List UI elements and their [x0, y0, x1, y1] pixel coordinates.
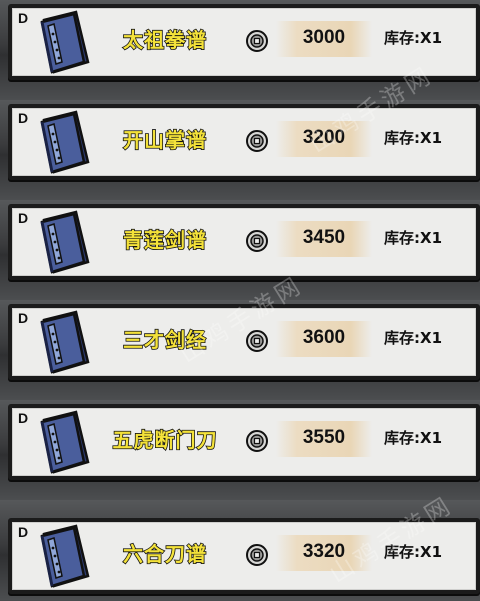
item-price: 3600 — [302, 327, 346, 348]
price-box: 3450 — [276, 221, 372, 257]
grade-label: D — [18, 210, 29, 226]
item-stock: 库存:X1 — [384, 129, 443, 147]
shop-item-card[interactable]: D 开山掌谱 3200 库存:X1 — [8, 104, 480, 180]
shop-row[interactable]: D 太祖拳谱 3000 库存:X1 — [0, 0, 480, 100]
coin-icon — [246, 330, 268, 352]
shop-row[interactable]: D 三才剑经 3600 库存:X1 — [0, 300, 480, 400]
item-name: 三才剑经 — [122, 327, 207, 353]
shop-item-card[interactable]: D 三才剑经 3600 库存:X1 — [8, 304, 480, 380]
coin-icon — [246, 430, 268, 452]
price-box: 3200 — [276, 121, 372, 157]
manual-book-icon — [40, 10, 90, 74]
price-box: 3320 — [276, 535, 372, 571]
shop-item-card[interactable]: D 六合刀谱 3320 库存:X1 — [8, 518, 480, 594]
price-box: 3600 — [276, 321, 372, 357]
shop-item-card[interactable]: D 青莲剑谱 3450 库存:X1 — [8, 204, 480, 280]
grade-label: D — [18, 524, 29, 540]
manual-book-icon — [40, 410, 90, 474]
grade-label: D — [18, 310, 29, 326]
item-stock: 库存:X1 — [384, 29, 443, 47]
price-box: 3000 — [276, 21, 372, 57]
shop-row[interactable]: D 青莲剑谱 3450 库存:X1 — [0, 200, 480, 300]
item-stock: 库存:X1 — [384, 429, 443, 447]
coin-icon — [246, 30, 268, 52]
manual-book-icon — [40, 110, 90, 174]
shop-item-card[interactable]: D 太祖拳谱 3000 库存:X1 — [8, 4, 480, 80]
coin-icon — [246, 230, 268, 252]
shop-row[interactable]: D 开山掌谱 3200 库存:X1 — [0, 100, 480, 200]
manual-book-icon — [40, 310, 90, 374]
shop-row[interactable]: D 五虎断门刀 3550 库存:X1 — [0, 400, 480, 500]
item-name: 开山掌谱 — [122, 127, 207, 153]
grade-label: D — [18, 10, 29, 26]
item-name: 五虎断门刀 — [112, 427, 218, 453]
manual-book-icon — [40, 524, 90, 588]
item-stock: 库存:X1 — [384, 229, 443, 247]
item-stock: 库存:X1 — [384, 329, 443, 347]
shop-list: D 太祖拳谱 3000 库存:X1 D 开山掌谱 3200 库存:X1 D 青莲… — [0, 0, 480, 601]
item-stock: 库存:X1 — [384, 543, 443, 561]
manual-book-icon — [40, 210, 90, 274]
item-price: 3450 — [302, 227, 346, 248]
item-name: 太祖拳谱 — [122, 27, 207, 53]
item-price: 3200 — [302, 127, 346, 148]
price-box: 3550 — [276, 421, 372, 457]
grade-label: D — [18, 110, 29, 126]
item-price: 3320 — [302, 541, 346, 562]
coin-icon — [246, 130, 268, 152]
item-price: 3550 — [302, 427, 346, 448]
shop-row[interactable]: D 六合刀谱 3320 库存:X1 — [0, 500, 480, 600]
coin-icon — [246, 544, 268, 566]
grade-label: D — [18, 410, 29, 426]
item-price: 3000 — [302, 27, 346, 48]
item-name: 青莲剑谱 — [122, 227, 207, 253]
shop-item-card[interactable]: D 五虎断门刀 3550 库存:X1 — [8, 404, 480, 480]
item-name: 六合刀谱 — [122, 541, 207, 567]
